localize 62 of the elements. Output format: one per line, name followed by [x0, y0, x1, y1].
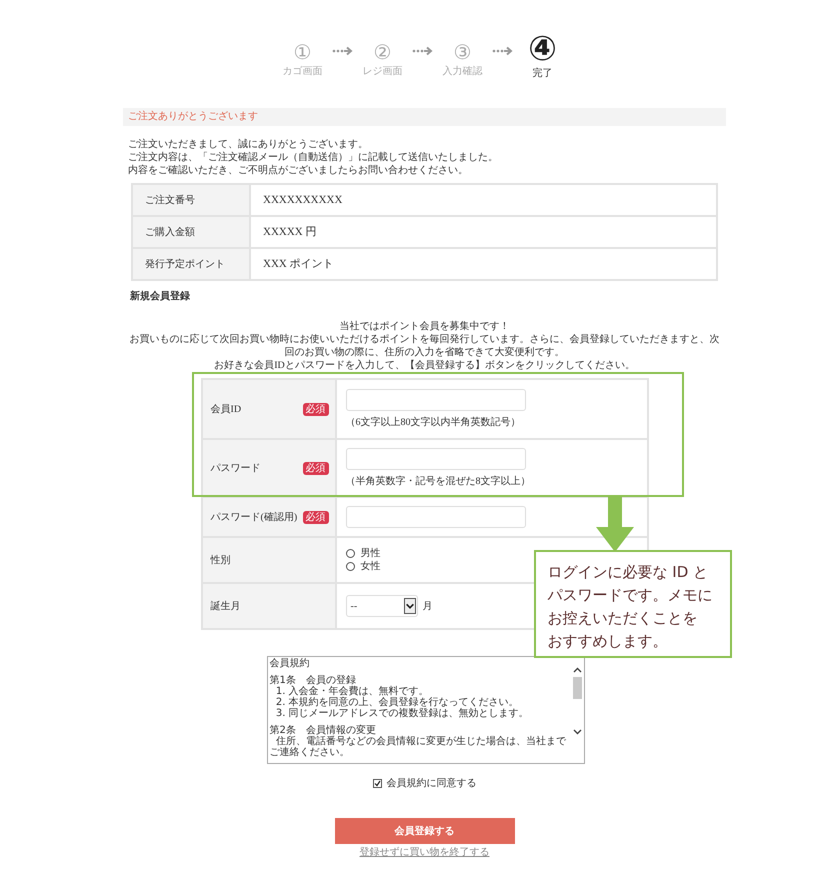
message-text: 内容をご確認いただき、ご不明点がございましたらお問い合わせください。	[128, 164, 469, 177]
terms-textarea[interactable]: 会員規約 第1条 会員の登録 1. 入会金・年会費は、無料です。 2. 本規約を同意の上、会員登録を行なってください。 3. 同じメールアドレスでの複数登録は、無効とします。 第2条 会員情報の変更 住所、電話番号などの会員情報に変更が生じた場合は、当社まで ご連絡ください。	[266, 656, 584, 764]
dotted-arrow-icon	[332, 46, 354, 56]
section-header: ご注文ありがとうございます	[123, 108, 726, 126]
table-label: ご注文番号	[145, 194, 195, 208]
required-badge: 必須	[302, 510, 328, 524]
step-number: ③	[454, 40, 472, 64]
callout-box: ログインに必要な ID と パスワードです。メモに お控えいただくことを おすすめします。	[534, 550, 732, 658]
step-number: ①	[294, 40, 312, 64]
down-arrow-icon	[594, 497, 636, 552]
table-label: ご購入金額	[145, 226, 195, 240]
section-title: 新規会員登録	[129, 289, 191, 304]
terms-text: 会員規約	[270, 658, 310, 669]
skip-link[interactable]: 登録せずに買い物を終了する	[360, 845, 490, 860]
terms-text: ご連絡ください。	[270, 747, 350, 758]
intro-text: 当社ではポイント会員を募集中です！	[338, 320, 510, 333]
required-badge: 必須	[302, 462, 328, 474]
agree-label: 会員規約に同意する	[386, 776, 476, 791]
text-field[interactable]	[346, 448, 526, 470]
terms-text: 3. 同じメールアドレスでの複数登録は、無効とします。	[274, 708, 530, 719]
table-value: XXXXX 円	[263, 224, 316, 240]
text-field[interactable]	[346, 506, 526, 528]
step-label: レジ画面	[362, 66, 402, 78]
radio-label: 女性	[360, 560, 380, 573]
chevron-down-icon	[404, 598, 416, 614]
agree-checkbox[interactable]	[372, 779, 382, 788]
intro-text: お好きな会員IDとパスワードを入力して、【会員登録する】ボタンをクリックしてください。	[213, 359, 636, 372]
radio-label: 男性	[360, 547, 380, 560]
table-label: 発行予定ポイント	[145, 258, 225, 272]
hint-text: （半角英数字・記号を混ぜた8文字以上）	[346, 474, 532, 488]
terms-text: 第1条 会員の登録	[270, 675, 356, 686]
dotted-arrow-icon	[412, 46, 434, 56]
terms-text: 住所、電話番号などの会員情報に変更が生じた場合は、当社まで	[274, 736, 567, 747]
scroll-up-icon	[573, 667, 582, 673]
intro-text: お買いものに応じて次回お買い物時にお使いいただけるポイントを毎回発行しています。さらに、会員登録していただきますと、次回のお買い物の際に、住所の入力を省略できて大変便利です。	[128, 333, 720, 359]
step-number: ④	[528, 32, 557, 66]
field-label: 性別	[210, 554, 230, 568]
terms-text: 第2条 会員情報の変更	[270, 725, 377, 736]
radio-button[interactable]	[346, 562, 354, 571]
scroll-down-icon	[573, 729, 582, 735]
radio-button[interactable]	[346, 549, 354, 558]
step-label: 入力確認	[442, 66, 482, 78]
dotted-arrow-icon	[492, 46, 514, 56]
step-label: カゴ画面	[282, 66, 322, 78]
table-value: XXXXXXXXXX	[263, 192, 342, 208]
hint-text: （6文字以上80文字以内半角英数記号）	[346, 416, 522, 430]
field-label: 会員ID	[210, 402, 242, 416]
month-select[interactable]: --	[346, 595, 418, 617]
table-value: XXX ポイント	[263, 256, 334, 272]
message-text: ご注文内容は、「ご注文確認メール（自動送信）」に記載して送信いたしました。	[128, 151, 499, 164]
scrollbar-thumb[interactable]	[573, 677, 582, 699]
step-number: ②	[374, 40, 392, 64]
required-badge: 必須	[302, 402, 328, 416]
terms-text: 2. 本規約を同意の上、会員登録を行なってください。	[274, 697, 520, 708]
text-field[interactable]	[346, 388, 526, 410]
unit-text: 月	[422, 600, 432, 614]
step-label: 完了	[532, 68, 552, 80]
field-label: 誕生月	[210, 600, 240, 614]
terms-text: 1. 入会金・年会費は、無料です。	[274, 686, 430, 697]
message-text: ご注文いただきまして、誠にありがとうございます。	[128, 138, 369, 151]
field-label: パスワード(確認用)	[210, 510, 298, 524]
field-label: パスワード	[210, 462, 260, 476]
